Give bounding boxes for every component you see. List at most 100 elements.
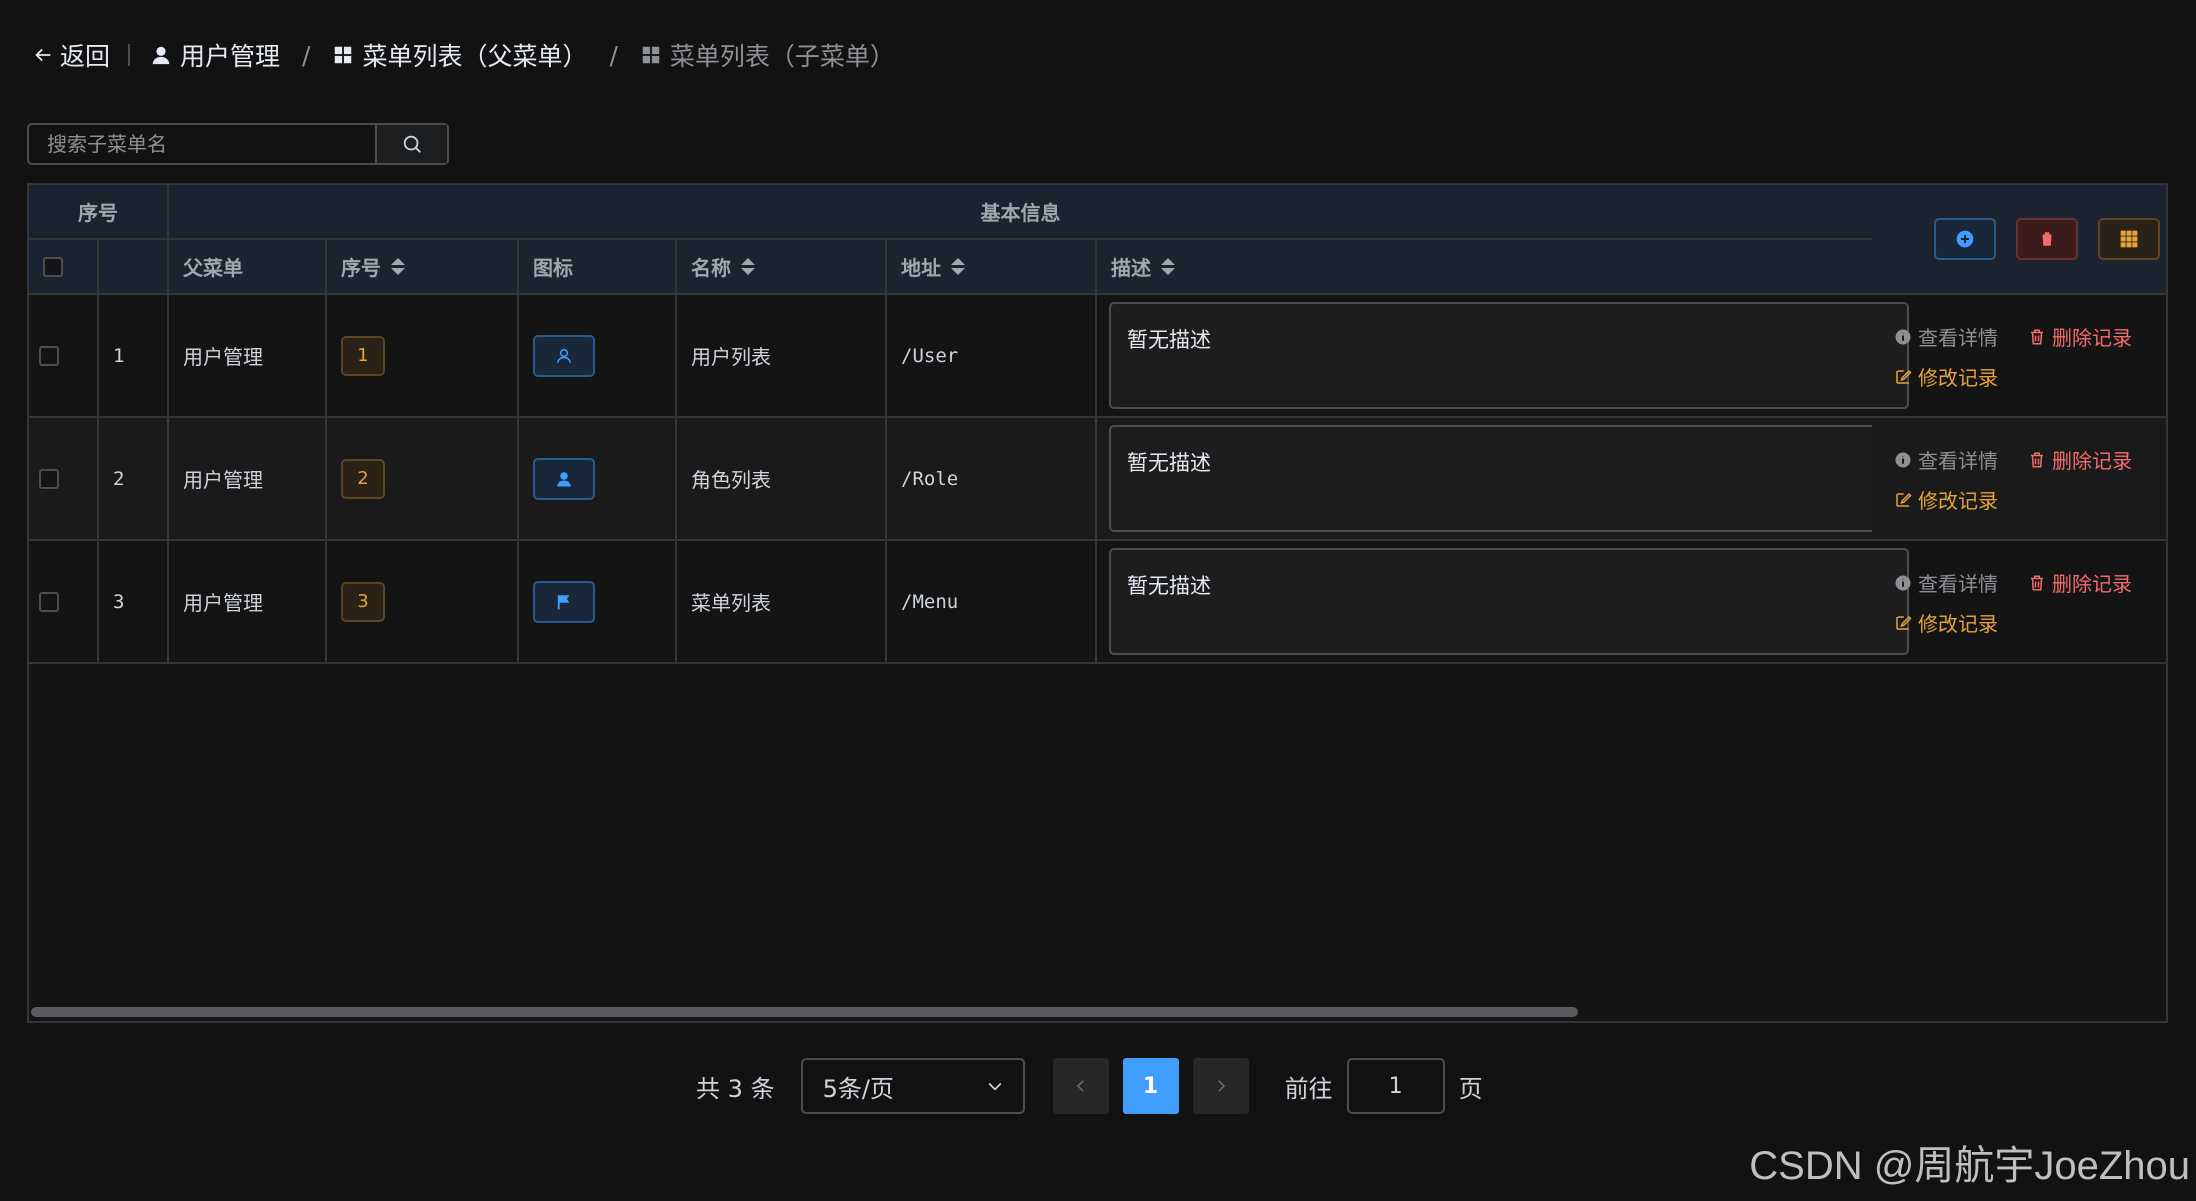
edit-record-link[interactable]: 修改记录 bbox=[1894, 485, 1998, 514]
icon-preview bbox=[533, 580, 595, 623]
arrow-left-icon bbox=[35, 48, 51, 62]
view-detail-link[interactable]: 查看详情 bbox=[1894, 322, 1998, 351]
cell-icon bbox=[519, 295, 677, 416]
add-button[interactable] bbox=[1934, 218, 1996, 260]
plus-circle-icon bbox=[1956, 230, 1974, 248]
order-tag: 1 bbox=[341, 335, 385, 376]
row-checkbox[interactable] bbox=[39, 468, 59, 489]
order-tag: 3 bbox=[341, 581, 385, 622]
total-suffix: 条 bbox=[750, 1074, 775, 1103]
header-label: 父菜单 bbox=[183, 256, 243, 280]
sort-icon[interactable] bbox=[741, 258, 755, 275]
row-select bbox=[29, 418, 99, 539]
row-index: 1 bbox=[99, 295, 169, 416]
next-page-button[interactable] bbox=[1192, 1058, 1249, 1114]
icon-preview bbox=[533, 457, 595, 500]
header-index bbox=[99, 240, 169, 295]
goto-prefix: 前往 bbox=[1284, 1074, 1333, 1103]
breadcrumb-separator: / bbox=[302, 40, 311, 70]
header-label: 描述 bbox=[1111, 256, 1151, 280]
page-number-current[interactable]: 1 bbox=[1122, 1058, 1179, 1114]
action-label: 删除记录 bbox=[2052, 326, 2132, 350]
breadcrumb-label: 用户管理 bbox=[180, 42, 281, 71]
prev-page-button[interactable] bbox=[1052, 1058, 1109, 1114]
user-filled-icon bbox=[557, 471, 571, 486]
group-header-basic: 基本信息 bbox=[169, 185, 1872, 240]
sort-icon[interactable] bbox=[951, 258, 965, 275]
search-button[interactable] bbox=[375, 125, 447, 163]
row-select bbox=[29, 295, 99, 416]
table-row: 2 用户管理 2 角色列表 /Role 暂无描述 查看详情 删除记录 修改记录 bbox=[29, 418, 2166, 541]
trash-icon bbox=[2031, 452, 2043, 467]
action-label: 查看详情 bbox=[1918, 449, 1998, 473]
cell-path: /Role bbox=[887, 418, 1097, 539]
edit-record-link[interactable]: 修改记录 bbox=[1894, 608, 1998, 637]
trash-icon bbox=[2031, 329, 2043, 344]
delete-record-link[interactable]: 删除记录 bbox=[2028, 568, 2132, 597]
group-header-index: 序号 bbox=[29, 185, 169, 240]
search-input[interactable] bbox=[29, 125, 375, 163]
header-select-all bbox=[29, 240, 99, 295]
cell-icon bbox=[519, 541, 677, 662]
description-field[interactable]: 暂无描述 bbox=[1109, 548, 1909, 655]
action-label: 删除记录 bbox=[2052, 449, 2132, 473]
header-label: 序号 bbox=[341, 256, 381, 280]
row-select bbox=[29, 541, 99, 662]
sort-icon[interactable] bbox=[1161, 258, 1175, 275]
grid-icon bbox=[2120, 230, 2138, 248]
breadcrumb-item-parent-menu[interactable]: 菜单列表（父菜单） bbox=[332, 37, 587, 73]
search-box bbox=[27, 123, 449, 165]
toolbar bbox=[1872, 185, 2166, 295]
action-label: 删除记录 bbox=[2052, 572, 2132, 596]
chevron-right-icon bbox=[1217, 1080, 1225, 1092]
edit-record-link[interactable]: 修改记录 bbox=[1894, 362, 1998, 391]
row-checkbox[interactable] bbox=[39, 345, 59, 366]
cell-path: /Menu bbox=[887, 541, 1097, 662]
user-icon bbox=[152, 46, 170, 65]
action-label: 修改记录 bbox=[1918, 489, 1998, 513]
select-all-checkbox[interactable] bbox=[43, 256, 63, 277]
header-path[interactable]: 地址 bbox=[887, 240, 1097, 295]
description-field[interactable]: 暂无描述 bbox=[1109, 425, 1909, 532]
row-checkbox[interactable] bbox=[39, 591, 59, 612]
breadcrumb-label: 菜单列表（父菜单） bbox=[362, 42, 588, 71]
row-actions: 查看详情 删除记录 修改记录 bbox=[1872, 541, 2166, 662]
breadcrumb-item-child-menu: 菜单列表（子菜单） bbox=[640, 37, 895, 73]
sort-icon[interactable] bbox=[391, 258, 405, 275]
cell-order: 2 bbox=[327, 418, 519, 539]
info-icon bbox=[1895, 452, 1911, 467]
back-link[interactable]: 返回 bbox=[32, 37, 110, 73]
order-tag: 2 bbox=[341, 458, 385, 499]
cell-name: 菜单列表 bbox=[677, 541, 887, 662]
header-icon: 图标 bbox=[519, 240, 677, 295]
goto-page-input[interactable]: 1 bbox=[1346, 1058, 1445, 1114]
back-label: 返回 bbox=[60, 42, 111, 71]
header-parent: 父菜单 bbox=[169, 240, 327, 295]
delete-record-link[interactable]: 删除记录 bbox=[2028, 322, 2132, 351]
info-icon bbox=[1895, 329, 1911, 344]
divider bbox=[128, 44, 131, 66]
cell-path: /User bbox=[887, 295, 1097, 416]
page-size-value: 5条/页 bbox=[822, 1074, 894, 1103]
action-label: 修改记录 bbox=[1918, 366, 1998, 390]
view-detail-link[interactable]: 查看详情 bbox=[1894, 568, 1998, 597]
breadcrumb-item-user-management[interactable]: 用户管理 bbox=[150, 37, 280, 73]
horizontal-scrollbar[interactable] bbox=[31, 1007, 1578, 1017]
header-order[interactable]: 序号 bbox=[327, 240, 519, 295]
columns-button[interactable] bbox=[2098, 218, 2160, 260]
cell-parent: 用户管理 bbox=[169, 418, 327, 539]
description-field[interactable]: 暂无描述 bbox=[1109, 302, 1909, 409]
trash-icon bbox=[2041, 232, 2053, 246]
submenu-table: 序号 基本信息 父菜单 序号 图标 名称 地址 描述 1 用户管理 1 用户列表… bbox=[27, 183, 2168, 1023]
cell-parent: 用户管理 bbox=[169, 295, 327, 416]
edit-icon bbox=[1896, 369, 1912, 384]
header-name[interactable]: 名称 bbox=[677, 240, 887, 295]
view-detail-link[interactable]: 查看详情 bbox=[1894, 445, 1998, 474]
page-size-select[interactable]: 5条/页 bbox=[800, 1058, 1025, 1114]
watermark: CSDN @周航宇JoeZhou bbox=[1749, 1144, 2190, 1188]
header-desc[interactable]: 描述 bbox=[1097, 240, 1872, 295]
batch-delete-button[interactable] bbox=[2016, 218, 2078, 260]
delete-record-link[interactable]: 删除记录 bbox=[2028, 445, 2132, 474]
flag-icon bbox=[557, 594, 570, 609]
row-index: 3 bbox=[99, 541, 169, 662]
